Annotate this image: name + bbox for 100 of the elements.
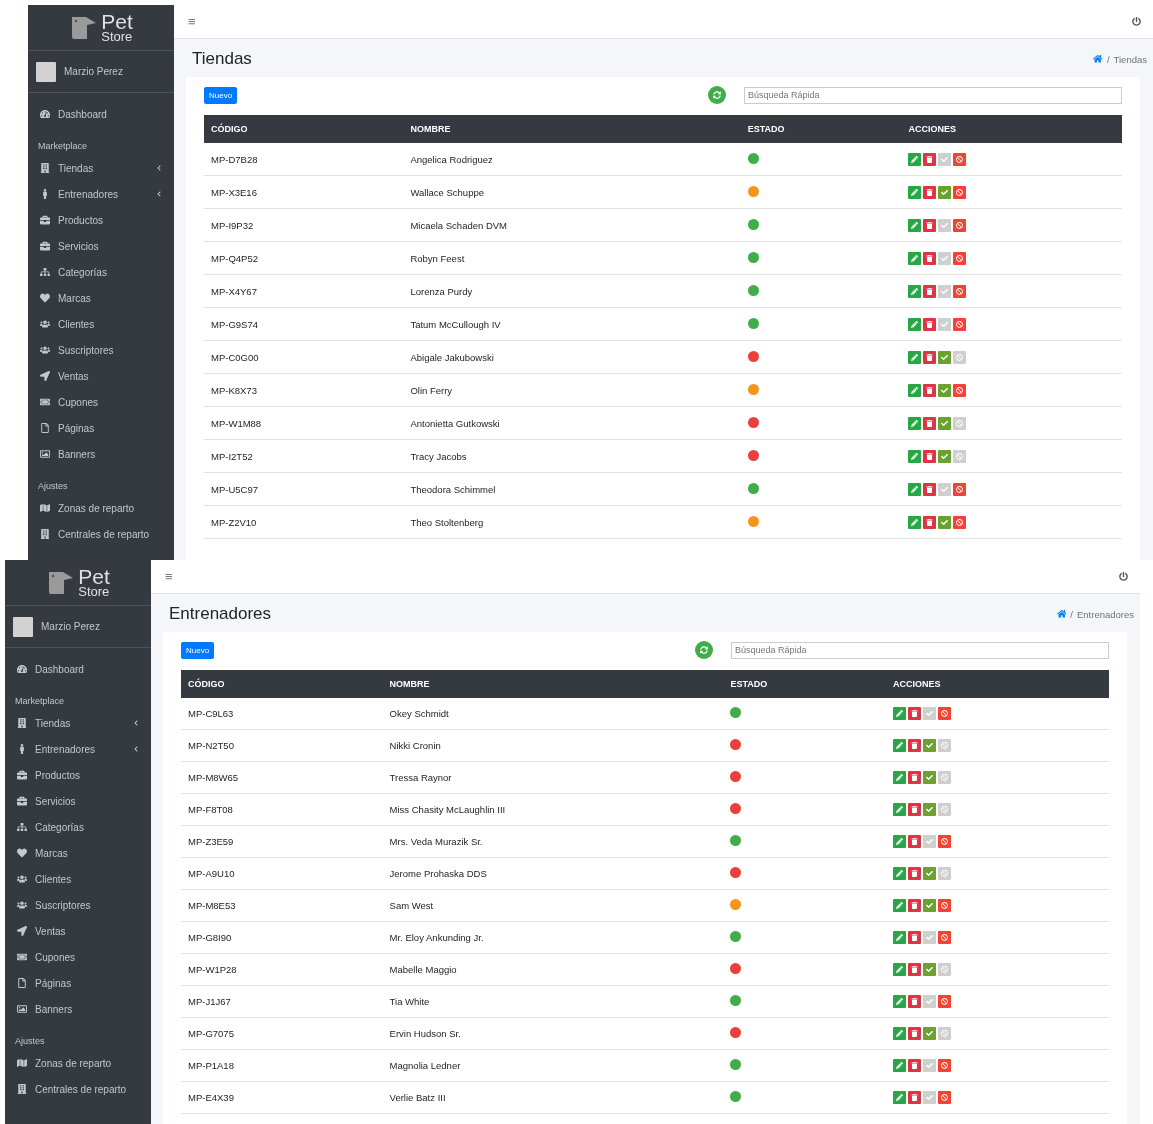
block-button[interactable] xyxy=(938,707,952,720)
nav-item[interactable]: Servicios xyxy=(28,233,174,259)
new-button[interactable]: Nuevo xyxy=(181,641,215,659)
approve-button[interactable] xyxy=(938,350,952,364)
nav-item[interactable]: Tiendas xyxy=(5,710,151,736)
edit-button[interactable] xyxy=(893,867,907,880)
block-button[interactable] xyxy=(953,383,967,397)
nav-item[interactable]: Zonas de reparto xyxy=(28,495,174,521)
edit-button[interactable] xyxy=(893,995,907,1008)
nav-item[interactable]: Cupones xyxy=(5,944,151,970)
block-button[interactable] xyxy=(953,284,967,298)
nav-item[interactable]: Banners xyxy=(28,441,174,467)
delete-button[interactable] xyxy=(923,449,937,463)
delete-button[interactable] xyxy=(908,803,922,816)
edit-button[interactable] xyxy=(893,707,907,720)
edit-button[interactable] xyxy=(908,284,922,298)
nav-item[interactable]: Páginas xyxy=(5,970,151,996)
delete-button[interactable] xyxy=(908,707,922,720)
block-button[interactable] xyxy=(938,835,952,848)
delete-button[interactable] xyxy=(923,350,937,364)
block-button[interactable] xyxy=(953,515,967,529)
nav-item[interactable]: Servicios xyxy=(5,788,151,814)
nav-item[interactable]: Clientes xyxy=(5,866,151,892)
block-button[interactable] xyxy=(938,931,952,944)
nav-item[interactable]: Marcas xyxy=(28,285,174,311)
nav-item[interactable]: Marcas xyxy=(5,840,151,866)
nav-item[interactable]: Clientes xyxy=(28,311,174,337)
nav-item[interactable]: Productos xyxy=(28,207,174,233)
delete-button[interactable] xyxy=(908,931,922,944)
menu-button[interactable]: ≡ xyxy=(188,14,196,29)
delete-button[interactable] xyxy=(923,185,937,199)
nav-item[interactable]: Centrales de reparto xyxy=(5,1076,151,1102)
delete-button[interactable] xyxy=(908,739,922,752)
edit-button[interactable] xyxy=(908,251,922,265)
delete-button[interactable] xyxy=(923,416,937,430)
nav-item[interactable]: Banners xyxy=(5,996,151,1022)
nav-item[interactable]: Zonas de reparto xyxy=(5,1050,151,1076)
nav-item[interactable]: Páginas xyxy=(28,415,174,441)
delete-button[interactable] xyxy=(908,835,922,848)
edit-button[interactable] xyxy=(893,1027,907,1040)
nav-item[interactable]: Productos xyxy=(5,762,151,788)
edit-button[interactable] xyxy=(908,383,922,397)
block-button[interactable] xyxy=(953,482,967,496)
nav-item[interactable]: Suscriptores xyxy=(5,892,151,918)
block-button[interactable] xyxy=(938,1091,952,1104)
edit-button[interactable] xyxy=(893,803,907,816)
delete-button[interactable] xyxy=(923,515,937,529)
edit-button[interactable] xyxy=(908,449,922,463)
nav-item[interactable]: Entrenadores xyxy=(28,181,174,207)
search-field[interactable]: Búsqueda Rápida xyxy=(731,641,1109,659)
power-icon[interactable] xyxy=(1119,572,1128,581)
approve-button[interactable] xyxy=(923,899,937,912)
delete-button[interactable] xyxy=(908,995,922,1008)
approve-button[interactable] xyxy=(923,867,937,880)
nav-item[interactable]: Dashboard xyxy=(5,656,151,682)
delete-button[interactable] xyxy=(923,218,937,232)
nav-item[interactable]: Tiendas xyxy=(28,155,174,181)
edit-button[interactable] xyxy=(908,218,922,232)
home-icon[interactable] xyxy=(1093,54,1103,64)
edit-button[interactable] xyxy=(893,1091,907,1104)
nav-item[interactable]: Centrales de reparto xyxy=(28,521,174,547)
approve-button[interactable] xyxy=(923,963,937,976)
approve-button[interactable] xyxy=(923,1027,937,1040)
block-button[interactable] xyxy=(938,1059,952,1072)
approve-button[interactable] xyxy=(923,771,937,784)
delete-button[interactable] xyxy=(908,899,922,912)
approve-button[interactable] xyxy=(923,739,937,752)
delete-button[interactable] xyxy=(908,1027,922,1040)
nav-item[interactable]: Ventas xyxy=(28,363,174,389)
refresh-button[interactable] xyxy=(708,86,726,104)
block-button[interactable] xyxy=(953,218,967,232)
edit-button[interactable] xyxy=(908,350,922,364)
edit-button[interactable] xyxy=(908,482,922,496)
nav-item[interactable]: Categorías xyxy=(28,259,174,285)
nav-item[interactable]: Dashboard xyxy=(28,101,174,127)
home-icon[interactable] xyxy=(1056,609,1067,619)
delete-button[interactable] xyxy=(908,963,922,976)
delete-button[interactable] xyxy=(908,771,922,784)
edit-button[interactable] xyxy=(893,963,907,976)
edit-button[interactable] xyxy=(908,317,922,331)
block-button[interactable] xyxy=(953,251,967,265)
edit-button[interactable] xyxy=(908,152,922,166)
nav-item[interactable]: Entrenadores xyxy=(5,736,151,762)
menu-button[interactable]: ≡ xyxy=(165,569,173,584)
refresh-button[interactable] xyxy=(695,641,713,659)
block-button[interactable] xyxy=(953,152,967,166)
block-button[interactable] xyxy=(938,995,952,1008)
edit-button[interactable] xyxy=(908,515,922,529)
delete-button[interactable] xyxy=(908,867,922,880)
delete-button[interactable] xyxy=(923,317,937,331)
delete-button[interactable] xyxy=(908,1091,922,1104)
edit-button[interactable] xyxy=(908,185,922,199)
nav-item[interactable]: Categorías xyxy=(5,814,151,840)
approve-button[interactable] xyxy=(938,383,952,397)
delete-button[interactable] xyxy=(923,482,937,496)
edit-button[interactable] xyxy=(893,1059,907,1072)
edit-button[interactable] xyxy=(908,416,922,430)
delete-button[interactable] xyxy=(923,251,937,265)
nav-item[interactable]: Cupones xyxy=(28,389,174,415)
delete-button[interactable] xyxy=(923,152,937,166)
